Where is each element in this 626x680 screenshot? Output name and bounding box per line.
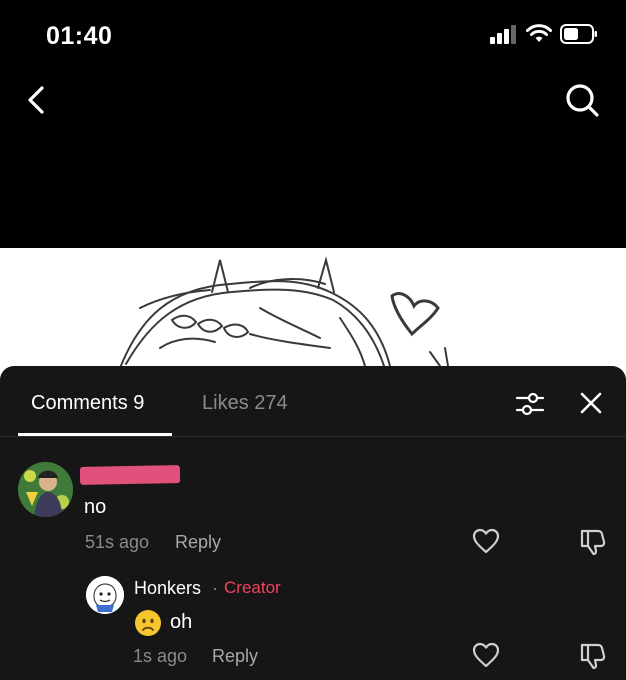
wifi-icon — [526, 24, 552, 49]
tab-comments[interactable]: Comments 9 — [31, 392, 144, 415]
filter-button[interactable] — [514, 388, 546, 420]
separator-dot: · — [212, 578, 218, 598]
search-icon — [566, 84, 599, 117]
status-icons — [490, 24, 598, 49]
reply-button[interactable]: Reply — [175, 532, 221, 553]
close-button[interactable] — [578, 390, 604, 416]
comments-sheet: Comments 9 Likes 274 no 51s ago Reply Ho… — [0, 366, 626, 680]
heart-icon[interactable] — [472, 642, 500, 668]
frowning-face-icon — [135, 610, 161, 636]
heart-icon[interactable] — [472, 528, 500, 554]
top-nav — [0, 70, 626, 130]
thumbs-down-icon[interactable] — [578, 642, 606, 670]
battery-icon — [560, 24, 598, 49]
comment-timestamp: 51s ago — [85, 532, 150, 552]
sliders-icon — [515, 392, 545, 416]
comment-text: no — [84, 496, 107, 518]
reply-timestamp: 1s ago — [133, 646, 188, 666]
back-button[interactable] — [20, 82, 56, 118]
thumbs-down-icon[interactable] — [578, 528, 606, 556]
close-icon — [580, 392, 602, 414]
chevron-left-icon — [28, 86, 44, 114]
tabs-divider — [0, 436, 626, 437]
search-button[interactable] — [562, 80, 602, 120]
status-time: 01:40 — [46, 22, 113, 50]
creator-badge: Creator — [224, 578, 281, 597]
reply-text: oh — [170, 611, 193, 633]
status-bar: 01:40 — [0, 0, 626, 70]
tab-likes[interactable]: Likes 274 — [202, 392, 288, 415]
redacted-username — [79, 465, 181, 485]
reply-to-reply-button[interactable]: Reply — [212, 646, 258, 667]
reply-author-name[interactable]: Honkers — [134, 578, 201, 599]
avatar[interactable] — [18, 462, 73, 517]
cellular-signal-icon — [490, 24, 518, 49]
reply-avatar[interactable] — [86, 576, 124, 614]
